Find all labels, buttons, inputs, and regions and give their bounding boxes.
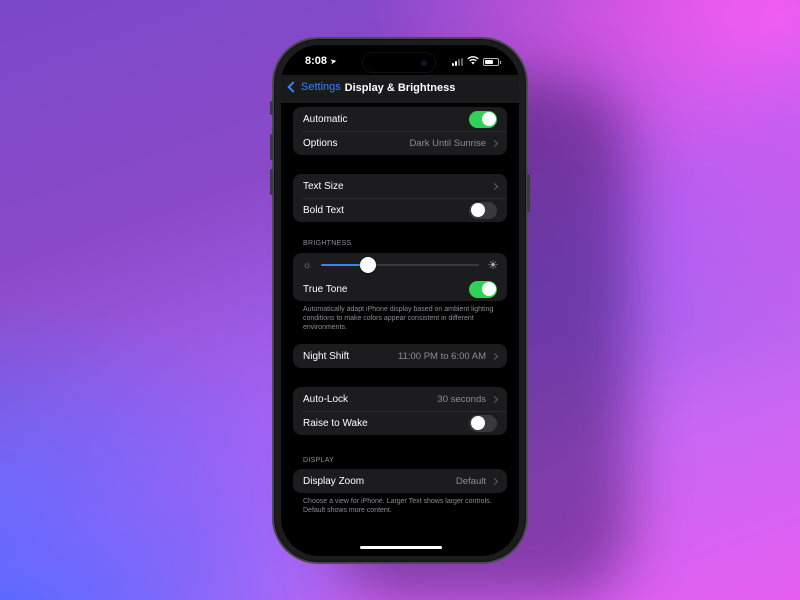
display-zoom-row[interactable]: Display Zoom Default <box>293 469 507 493</box>
battery-icon <box>483 57 501 66</box>
row-label: Options <box>303 137 338 149</box>
front-camera-icon <box>421 60 427 66</box>
display-group: Display Zoom Default <box>293 469 507 493</box>
section-header-brightness: BRIGHTNESS <box>303 240 352 247</box>
night-shift-group: Night Shift 11:00 PM to 6:00 AM <box>293 344 507 368</box>
auto-lock-row[interactable]: Auto-Lock 30 seconds <box>293 387 507 411</box>
phone-screen: 8:08 ➤ Settings Display & Brightness Aut… <box>281 45 519 556</box>
home-indicator[interactable] <box>360 546 442 549</box>
text-size-row[interactable]: Text Size <box>293 174 507 198</box>
row-label: Auto-Lock <box>303 393 349 405</box>
true-tone-row[interactable]: True Tone <box>293 277 507 301</box>
automatic-row[interactable]: Automatic <box>293 107 507 131</box>
row-label: Display Zoom <box>303 475 365 487</box>
text-group: Text Size Bold Text <box>293 174 507 222</box>
page-title: Display & Brightness <box>344 82 456 94</box>
chevron-right-icon <box>490 182 499 190</box>
volume-down-button <box>270 169 273 195</box>
appearance-group: Automatic Options Dark Until Sunrise <box>293 107 507 155</box>
true-tone-footer: Automatically adapt iPhone display based… <box>303 306 494 331</box>
true-tone-toggle[interactable] <box>469 280 497 298</box>
display-zoom-footer: Choose a view for iPhone. Larger Text sh… <box>303 498 492 514</box>
row-value: Dark Until Sunrise <box>409 137 486 149</box>
dynamic-island <box>362 52 436 73</box>
lock-group: Auto-Lock 30 seconds Raise to Wake <box>293 387 507 435</box>
bold-text-toggle[interactable] <box>469 201 497 219</box>
wifi-icon <box>467 56 479 67</box>
iphone-frame: 8:08 ➤ Settings Display & Brightness Aut… <box>270 37 530 564</box>
volume-up-button <box>270 134 273 160</box>
chevron-right-icon <box>490 139 499 147</box>
row-label: Night Shift <box>303 350 350 362</box>
raise-to-wake-row[interactable]: Raise to Wake <box>293 411 507 435</box>
row-label: Raise to Wake <box>303 417 368 429</box>
row-value: 11:00 PM to 6:00 AM <box>397 350 486 362</box>
row-label: Automatic <box>303 113 348 125</box>
raise-to-wake-toggle[interactable] <box>469 414 497 432</box>
settings-list: Automatic Options Dark Until Sunrise Tex… <box>293 103 507 515</box>
status-icons <box>452 56 501 67</box>
status-time: 8:08 ➤ <box>305 55 337 67</box>
night-shift-row[interactable]: Night Shift 11:00 PM to 6:00 AM <box>293 344 507 368</box>
navigation-bar: Settings Display & Brightness <box>281 75 519 103</box>
row-value: 30 seconds <box>437 393 486 405</box>
action-button <box>270 101 273 115</box>
options-row[interactable]: Options Dark Until Sunrise <box>293 131 507 155</box>
brightness-group: ☼ ☀ True Tone <box>293 253 507 301</box>
location-arrow-icon: ➤ <box>329 55 338 67</box>
section-header-display: DISPLAY <box>303 457 335 464</box>
chevron-right-icon <box>490 477 499 485</box>
status-bar: 8:08 ➤ <box>281 45 519 75</box>
brightness-slider[interactable] <box>321 257 479 273</box>
row-label: Text Size <box>303 180 344 192</box>
time-text: 8:08 <box>305 55 328 67</box>
row-value: Default <box>455 475 486 487</box>
automatic-toggle[interactable] <box>469 110 497 128</box>
slider-thumb[interactable] <box>360 257 377 273</box>
sun-dim-icon: ☼ <box>302 259 312 271</box>
chevron-right-icon <box>490 352 499 360</box>
bold-text-row[interactable]: Bold Text <box>293 198 507 222</box>
side-button <box>527 174 530 212</box>
cellular-signal-icon <box>452 57 463 66</box>
brightness-slider-row: ☼ ☀ <box>293 253 507 277</box>
chevron-right-icon <box>490 395 499 403</box>
row-label: Bold Text <box>303 204 344 216</box>
row-label: True Tone <box>303 283 348 295</box>
sun-bright-icon: ☀ <box>487 258 499 272</box>
